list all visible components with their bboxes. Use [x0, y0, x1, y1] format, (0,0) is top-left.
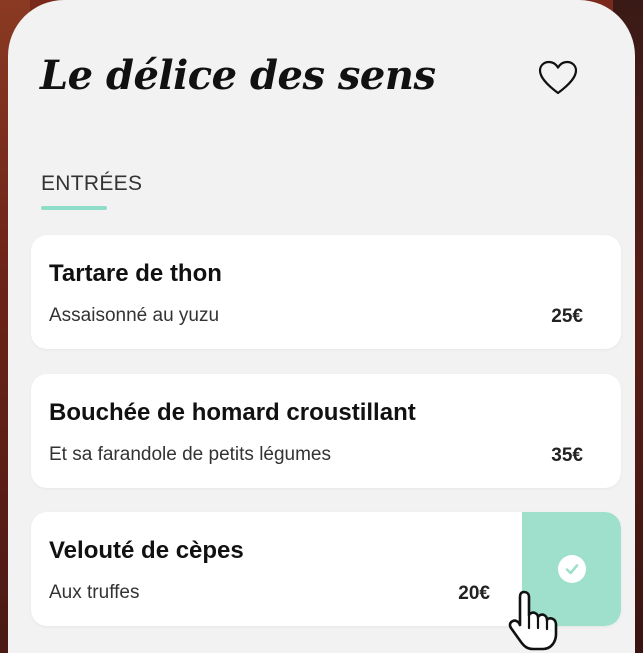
menu-item-name: Tartare de thon: [49, 260, 222, 287]
menu-item-name: Velouté de cèpes: [49, 537, 244, 564]
menu-panel: Le délice des sens ENTRÉES Tartare de th…: [8, 0, 635, 653]
check-circle-icon: [557, 555, 586, 583]
menu-item-card[interactable]: Bouchée de homard croustillant Et sa far…: [31, 374, 621, 488]
menu-item-price: 35€: [551, 445, 583, 466]
menu-item-description: Et sa farandole de petits légumes: [49, 444, 332, 465]
menu-item-description: Assaisonné au yuzu: [49, 305, 220, 326]
menu-item-card[interactable]: Tartare de thon Assaisonné au yuzu 25€: [31, 235, 621, 349]
hand-pointer-icon: [508, 590, 558, 651]
section-title-entrees: ENTRÉES: [41, 172, 143, 195]
menu-item-name: Bouchée de homard croustillant: [49, 399, 416, 426]
menu-item-price: 25€: [551, 306, 583, 327]
page-title: Le délice des sens: [40, 52, 436, 99]
favorite-button[interactable]: [536, 56, 580, 100]
menu-item-description: Aux truffes: [49, 582, 140, 603]
section-underline: [41, 206, 107, 210]
heart-outline-icon: [538, 60, 578, 95]
menu-item-price: 20€: [458, 583, 490, 604]
